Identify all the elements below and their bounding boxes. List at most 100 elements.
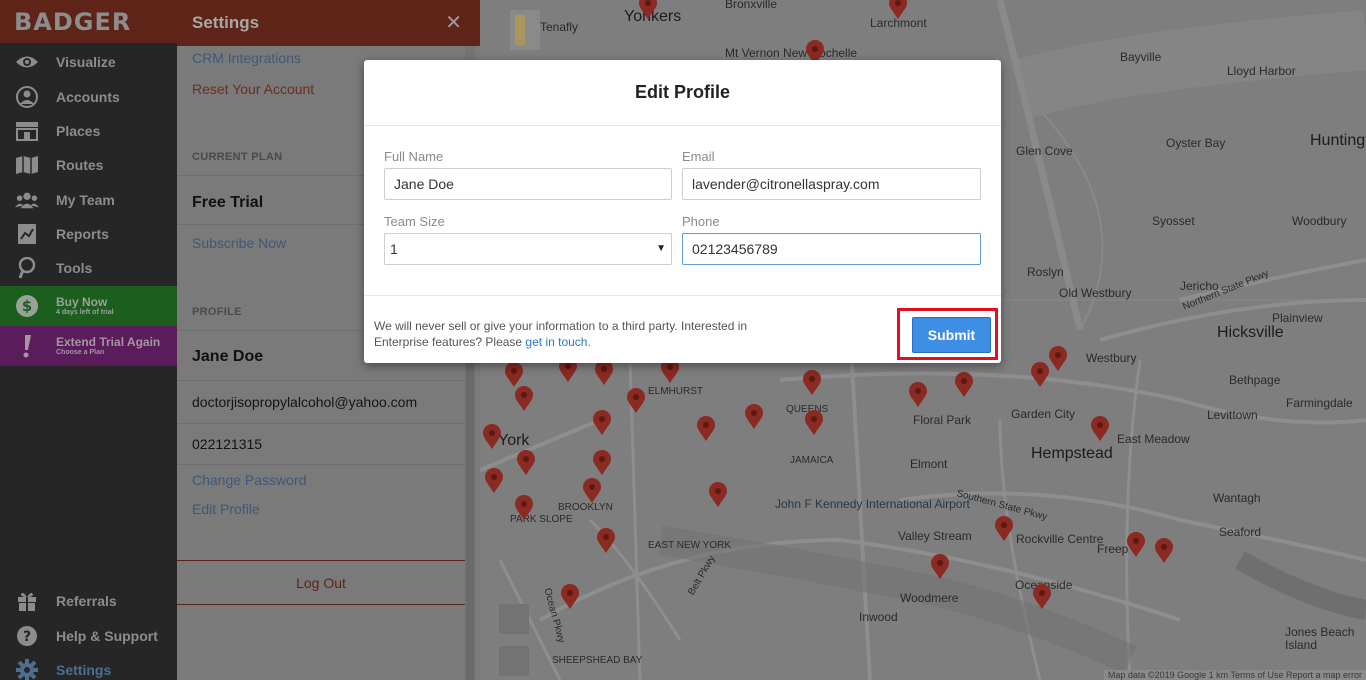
team-size-label: Team Size xyxy=(384,214,445,229)
map-pin-icon[interactable] xyxy=(514,495,534,521)
main-nav: BADGER Visualize Accounts Places Routes … xyxy=(0,0,177,680)
map-pin-icon[interactable] xyxy=(626,388,646,414)
nav-label: Routes xyxy=(56,157,104,173)
extend-trial-button[interactable]: Extend Trial Again Choose a Plan xyxy=(0,326,177,366)
nav-item-reports[interactable]: Reports xyxy=(0,217,177,251)
map-pin-icon[interactable] xyxy=(514,386,534,412)
team-size-value: 1 xyxy=(390,241,398,257)
close-icon[interactable]: ✕ xyxy=(445,10,462,35)
map-label: Rockville Centre xyxy=(1016,532,1104,546)
profile-email: doctorjisopropylalcohol@yahoo.com xyxy=(192,394,418,410)
change-password-link[interactable]: Change Password xyxy=(192,472,306,488)
map-label: Freep xyxy=(1097,542,1129,556)
map-label: Old Westbury xyxy=(1059,286,1132,300)
map-pin-icon[interactable] xyxy=(516,450,536,476)
map-pin-icon[interactable] xyxy=(596,528,616,554)
map-pin-icon[interactable] xyxy=(930,554,950,580)
edit-profile-link[interactable]: Edit Profile xyxy=(192,501,260,517)
map-pin-icon[interactable] xyxy=(1048,346,1068,372)
locate-button[interactable] xyxy=(499,646,529,676)
nav-item-settings[interactable]: Settings xyxy=(0,653,177,680)
nav-label: Referrals xyxy=(56,593,117,609)
nav-label: Accounts xyxy=(56,89,120,105)
map-pin-icon[interactable] xyxy=(696,416,716,442)
svg-text:$: $ xyxy=(22,297,32,315)
map-label: EAST NEW YORK xyxy=(648,540,731,551)
nav-item-visualize[interactable]: Visualize xyxy=(0,45,177,79)
nav-item-referrals[interactable]: Referrals xyxy=(0,584,177,618)
nav-label: Visualize xyxy=(56,54,116,70)
map-pin-icon[interactable] xyxy=(592,410,612,436)
nav-item-my-team[interactable]: My Team xyxy=(0,183,177,217)
nav-item-places[interactable]: Places xyxy=(0,114,177,148)
map-label: Wantagh xyxy=(1213,491,1261,505)
nav-label: My Team xyxy=(56,192,115,208)
map-pin-icon[interactable] xyxy=(482,424,502,450)
profile-heading: PROFILE xyxy=(192,306,242,318)
map-pin-icon[interactable] xyxy=(582,478,602,504)
map-label: Huntingt xyxy=(1310,132,1366,149)
map-label: Bayville xyxy=(1120,50,1162,64)
subscribe-now-link[interactable]: Subscribe Now xyxy=(192,235,286,251)
crm-integrations-link[interactable]: CRM Integrations xyxy=(192,50,301,66)
map-label: John F Kennedy International Airport xyxy=(775,497,970,511)
nav-item-tools[interactable]: Tools xyxy=(0,251,177,285)
nav-item-routes[interactable]: Routes xyxy=(0,148,177,182)
map-pin-icon[interactable] xyxy=(504,362,524,388)
map-pin-icon[interactable] xyxy=(594,360,614,386)
map-label: Bethpage xyxy=(1229,373,1281,387)
profile-phone: 022121315 xyxy=(192,436,263,452)
map-label: Farmingdale xyxy=(1286,396,1353,410)
map-pin-icon[interactable] xyxy=(908,382,928,408)
map-label: East Meadow xyxy=(1117,432,1190,446)
email-field[interactable]: lavender@citronellaspray.com xyxy=(682,168,981,200)
map-label: Oyster Bay xyxy=(1166,136,1226,150)
team-size-select[interactable]: 1 ▼ xyxy=(384,233,672,265)
map-label: ELMHURST xyxy=(648,386,704,397)
store-icon xyxy=(15,119,39,143)
buy-now-sub: 4 days left of trial xyxy=(56,309,114,316)
map-pin-icon[interactable] xyxy=(592,450,612,476)
map-label: York xyxy=(498,432,530,449)
buy-now-button[interactable]: $ Buy Now 4 days left of trial xyxy=(0,286,177,326)
logout-button[interactable]: Log Out xyxy=(177,560,465,605)
map-pin-icon[interactable] xyxy=(1030,362,1050,388)
map-pin-icon[interactable] xyxy=(1032,584,1052,610)
nav-item-help-support[interactable]: ? Help & Support xyxy=(0,619,177,653)
phone-field[interactable]: 02123456789 xyxy=(682,233,981,265)
team-icon xyxy=(15,188,39,212)
nav-item-accounts[interactable]: Accounts xyxy=(0,80,177,114)
map-icon xyxy=(15,153,39,177)
map-pin-icon[interactable] xyxy=(802,370,822,396)
map-pin-icon[interactable] xyxy=(1154,538,1174,564)
map-pin-icon[interactable] xyxy=(1090,416,1110,442)
phone-label: Phone xyxy=(682,214,720,229)
submit-button[interactable]: Submit xyxy=(912,317,991,353)
badger-logo[interactable]: BADGER xyxy=(0,0,177,43)
map-pin-icon[interactable] xyxy=(484,468,504,494)
nav-label: Settings xyxy=(56,662,112,678)
map-label: Woodmere xyxy=(900,591,959,605)
map-label: Roslyn xyxy=(1027,265,1064,279)
help-icon: ? xyxy=(15,624,39,648)
layers-button[interactable] xyxy=(499,604,529,634)
map-attribution[interactable]: Map data ©2019 Google 1 km Terms of Use … xyxy=(1103,670,1366,680)
map-pin-icon[interactable] xyxy=(1126,532,1146,558)
map-pin-icon[interactable] xyxy=(804,410,824,436)
map-pin-icon[interactable] xyxy=(560,584,580,610)
reset-account-link[interactable]: Reset Your Account xyxy=(192,81,314,97)
map-pin-icon[interactable] xyxy=(708,482,728,508)
full-name-field[interactable]: Jane Doe xyxy=(384,168,672,200)
reports-icon xyxy=(15,222,39,246)
map-pin-icon[interactable] xyxy=(638,0,658,20)
map-pin-icon[interactable] xyxy=(994,516,1014,542)
get-in-touch-link[interactable]: get in touch. xyxy=(525,335,590,349)
nav-label: Reports xyxy=(56,226,109,242)
map-label: Plainview xyxy=(1272,311,1323,325)
map-label: Glen Cove xyxy=(1016,144,1073,158)
divider xyxy=(177,464,465,465)
map-pin-icon[interactable] xyxy=(888,0,908,20)
map-label: Mt Vernon New Rochelle xyxy=(725,46,858,60)
map-pin-icon[interactable] xyxy=(954,372,974,398)
map-pin-icon[interactable] xyxy=(744,404,764,430)
